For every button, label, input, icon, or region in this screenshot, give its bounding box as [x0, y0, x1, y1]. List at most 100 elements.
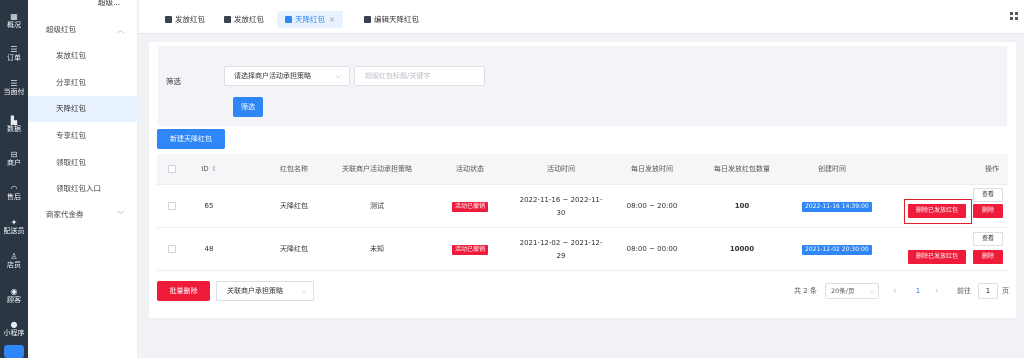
delete-button[interactable]: 删除	[973, 204, 1003, 218]
customer-icon: ◉	[10, 287, 18, 296]
cell-time-line2: 30	[556, 209, 566, 217]
submenu-group-label: 商家代金券	[46, 210, 84, 219]
submenu-item-label: 分享红包	[56, 78, 86, 87]
submenu-item-share[interactable]: 分享红包	[28, 70, 138, 96]
status-badge: 活动已撤销	[452, 202, 489, 212]
rail-item-courier[interactable]: ✦ 配送员	[0, 218, 28, 236]
col-created-header: 创建时间	[818, 165, 846, 173]
person-icon: ♙	[10, 252, 18, 261]
prev-page-icon[interactable]: ‹	[893, 282, 896, 300]
col-action-header: 操作	[985, 165, 999, 173]
strategy-select[interactable]: 请选择商户活动承担策略 ⌵	[224, 66, 350, 86]
doc-icon	[285, 15, 292, 23]
col-daily-count-header: 每日发放红包数量	[714, 165, 770, 173]
tab-label: 天降红包	[295, 15, 325, 24]
submenu-item-label: 领取红包入口	[56, 184, 101, 193]
rail-item-aftersale[interactable]: ◠ 售后	[0, 184, 28, 202]
rail-item-overview[interactable]: ▦ 概况	[0, 12, 28, 30]
view-button[interactable]: 查看	[973, 232, 1003, 246]
sub-menu: 超级... 超级红包 ︿ 发放红包 分享红包 天降红包 专享红包 领取红包 领取…	[28, 0, 138, 358]
cell-time-line1: 2021-12-02 ~ 2021-12-	[519, 239, 603, 247]
select-all-checkbox[interactable]	[168, 165, 176, 173]
submenu-item-exclusive[interactable]: 专享红包	[28, 123, 138, 149]
table-header: ID ⇕ 红包名称 关联商户活动承担策略 活动状态 活动时间 每日发放时间 每日…	[157, 154, 1008, 185]
cell-id: 48	[204, 245, 214, 253]
chevron-down-icon: ⌵	[869, 287, 874, 295]
chevron-down-icon: ⌵	[301, 287, 307, 295]
row-checkbox[interactable]	[168, 202, 176, 210]
cell-time: 2021-12-02 ~ 2021-12- 29	[516, 237, 606, 263]
rail-label: 概况	[7, 21, 21, 29]
tab-issue-redpacket-1[interactable]: 发放红包	[165, 11, 205, 28]
table-row: 48 天降红包 未知 活动已撤销 2021-12-02 ~ 2021-12- 2…	[157, 228, 1008, 271]
submenu-item-issue[interactable]: 发放红包	[28, 43, 138, 69]
current-page[interactable]: 1	[913, 282, 923, 300]
tab-edit-sky-drop[interactable]: 编辑天降红包	[364, 11, 419, 28]
cell-daily-time: 08:00 ~ 20:00	[626, 202, 678, 210]
tab-label: 发放红包	[175, 15, 205, 24]
goto-page-input[interactable]: 1	[978, 283, 998, 299]
cell-daily-count: 100	[734, 202, 750, 210]
batch-delete-button[interactable]: 批量删除	[157, 281, 210, 301]
tab-label: 编辑天降红包	[374, 15, 419, 24]
submenu-item-claim-entry[interactable]: 领取红包入口	[28, 176, 138, 202]
delete-button[interactable]: 删除	[973, 250, 1003, 264]
rail-item-orders[interactable]: ☰ 订单	[0, 45, 28, 63]
rail-item-miniapp[interactable]: ● 小程序	[0, 320, 28, 338]
col-id-header[interactable]: ID ⇕	[195, 154, 223, 185]
rail-item-data[interactable]: ▙ 数据	[0, 116, 28, 134]
rail-label: 小程序	[3, 329, 25, 337]
delete-issued-button[interactable]: 删除已发放红包	[908, 204, 966, 218]
created-time-badge: 2021-12-02 20:30:00	[802, 245, 872, 255]
tab-issue-redpacket-2[interactable]: 发放红包	[224, 11, 264, 28]
page-size-select[interactable]: 20条/页 ⌵	[825, 283, 879, 299]
submenu-group-label: 超级红包	[46, 25, 76, 34]
tab-bar: 发放红包 发放红包 天降红包 × 编辑天降红包	[139, 0, 1024, 34]
submenu-group-voucher[interactable]: 商家代金券 ﹀	[28, 202, 138, 228]
grid-menu-icon[interactable]	[1010, 12, 1018, 20]
col-time-header: 活动时间	[547, 165, 575, 173]
col-status-header: 活动状态	[456, 165, 484, 173]
rail-item-customer[interactable]: ◉ 顾客	[0, 287, 28, 305]
chevron-down-icon: ⌵	[335, 72, 341, 80]
store-icon: ⊟	[10, 150, 18, 159]
main-nav-rail: ▦ 概况 ☰ 订单 ☰ 当面付 ▙ 数据 ⊟ 商户 ◠ 售后 ✦ 配送员 ♙ 店	[0, 0, 28, 358]
page-suffix: 页	[1002, 287, 1009, 295]
row-checkbox[interactable]	[168, 245, 176, 253]
pagination-total: 共 2 条	[794, 287, 817, 295]
strategy-select-value: 请选择商户活动承担策略	[234, 72, 311, 80]
cell-daily-count: 10000	[729, 245, 755, 253]
headset-icon: ◠	[10, 184, 18, 193]
rail-item-merchant[interactable]: ⊟ 商户	[0, 150, 28, 168]
tab-sky-drop-redpacket[interactable]: 天降红包 ×	[277, 11, 344, 28]
strategy-footer-value: 关联商户承担策略	[227, 287, 283, 295]
submenu-group-super-redpacket[interactable]: 超级红包 ︿	[28, 17, 138, 43]
delete-issued-button[interactable]: 删除已发放红包	[908, 250, 966, 264]
submenu-item-label: 专享红包	[56, 131, 86, 140]
filter-button[interactable]: 筛选	[233, 97, 263, 117]
view-button[interactable]: 查看	[973, 188, 1003, 202]
sort-icon: ⇕	[210, 165, 217, 173]
keyword-search-input[interactable]: 超级红包标题/关键字	[354, 66, 485, 86]
rail-label: 顾客	[7, 296, 21, 304]
rail-item-staff[interactable]: ♙ 店员	[0, 252, 28, 270]
close-icon[interactable]: ×	[329, 15, 335, 24]
doc-icon	[165, 15, 172, 23]
submenu-item-label: 天降红包	[56, 104, 86, 113]
cell-name: 天降红包	[280, 245, 308, 253]
submenu-item-sky-drop[interactable]: 天降红包	[28, 96, 138, 122]
tab-label: 发放红包	[234, 15, 264, 24]
strategy-footer-select[interactable]: 关联商户承担策略 ⌵	[216, 281, 314, 301]
dashboard-icon: ▦	[10, 12, 18, 21]
rail-bottom-button[interactable]	[4, 345, 24, 358]
submenu-header: 超级...	[98, 0, 121, 7]
page-size-value: 20条/页	[831, 287, 855, 295]
chevron-up-icon: ︿	[117, 26, 124, 34]
col-strategy-header: 关联商户活动承担策略	[342, 165, 412, 173]
new-sky-drop-button[interactable]: 新建天降红包	[157, 129, 225, 149]
submenu-item-claim[interactable]: 领取红包	[28, 150, 138, 176]
cell-strategy: 未知	[370, 245, 384, 253]
next-page-icon[interactable]: ›	[935, 282, 938, 300]
rail-item-facepay[interactable]: ☰ 当面付	[0, 79, 28, 97]
miniapp-icon: ●	[10, 320, 18, 329]
